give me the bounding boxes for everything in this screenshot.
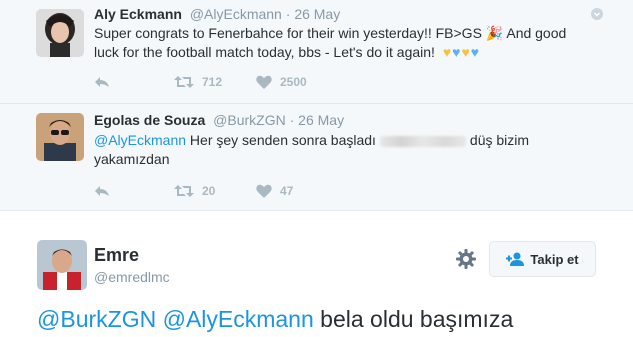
reply-button[interactable]	[94, 181, 110, 201]
separator: ·	[289, 112, 295, 128]
yellow-heart-icon: ♥	[461, 44, 470, 60]
tweet-actions: 712 2500	[94, 72, 494, 92]
author-handle[interactable]: @BurkZGN	[213, 112, 286, 128]
retweet-icon	[174, 185, 194, 197]
retweet-count: 20	[202, 184, 216, 198]
tweet-text: @AlyEckmann Her şey senden sonra başladı…	[94, 131, 594, 169]
tweet-body: bela oldu başımıza	[320, 306, 514, 332]
tweet-header: Aly Eckmann @AlyEckmann · 26 May	[94, 6, 340, 22]
mention-link[interactable]: @AlyEckmann	[163, 306, 314, 332]
retweet-button[interactable]: 20	[174, 181, 215, 201]
blue-heart-icon: ♥	[470, 44, 480, 60]
chevron-down-icon[interactable]	[591, 8, 603, 20]
tweet-body: Super congrats to Fenerbahce for their w…	[94, 25, 567, 60]
gear-icon[interactable]	[455, 248, 477, 270]
tweet-body-start: Her şey senden sonra başladı	[189, 132, 376, 148]
tweet-text: @BurkZGN @AlyEckmann bela oldu başımıza	[37, 305, 513, 333]
reply-button[interactable]	[94, 72, 110, 92]
follow-button[interactable]: Takip et	[489, 241, 596, 277]
blue-heart-icon: ♥	[452, 44, 461, 60]
retweet-button[interactable]: 712	[174, 72, 222, 92]
author-name[interactable]: Emre	[94, 245, 139, 266]
avatar[interactable]	[37, 240, 87, 290]
tweet-text: Super congrats to Fenerbahce for their w…	[94, 24, 594, 62]
tweet-egolas-de-souza[interactable]: Egolas de Souza @BurkZGN · 26 May @AlyEc…	[0, 104, 633, 210]
tweet-date[interactable]: 26 May	[294, 6, 340, 22]
mention-link[interactable]: @BurkZGN	[37, 306, 156, 332]
like-button[interactable]: 2500	[256, 72, 307, 92]
retweet-icon	[174, 76, 194, 88]
avatar[interactable]	[36, 9, 84, 57]
follow-user-icon	[506, 252, 525, 266]
retweet-count: 712	[202, 75, 223, 89]
conversation-thread: Aly Eckmann @AlyEckmann · 26 May Super c…	[0, 0, 633, 210]
reply-icon	[95, 186, 109, 196]
focused-tweet: Emre @emredlmc Takip et @BurkZGN @AlyEck…	[0, 210, 633, 337]
heart-icon	[256, 184, 272, 198]
heart-icon	[256, 75, 272, 89]
follow-button-label: Takip et	[530, 251, 579, 267]
tweet-aly-eckmann[interactable]: Aly Eckmann @AlyEckmann · 26 May Super c…	[0, 0, 633, 104]
like-button[interactable]: 47	[256, 181, 293, 201]
avatar[interactable]	[36, 113, 84, 161]
author-handle[interactable]: @AlyEckmann	[190, 6, 282, 22]
mention-link[interactable]: @AlyEckmann	[94, 132, 186, 148]
tweet-actions: 20 47	[94, 181, 494, 201]
like-count: 47	[280, 184, 294, 198]
author-handle[interactable]: @emredlmc	[94, 269, 170, 285]
author-name[interactable]: Egolas de Souza	[94, 112, 205, 128]
author-name[interactable]: Aly Eckmann	[94, 6, 182, 22]
heart-emojis: ♥♥♥♥	[443, 43, 480, 62]
tweet-header: Egolas de Souza @BurkZGN · 26 May	[94, 112, 344, 128]
tweet-date[interactable]: 26 May	[298, 112, 344, 128]
like-count: 2500	[280, 75, 307, 89]
reply-icon	[95, 77, 109, 87]
separator: ·	[285, 6, 291, 22]
censored-text	[379, 135, 466, 147]
yellow-heart-icon: ♥	[442, 44, 452, 60]
